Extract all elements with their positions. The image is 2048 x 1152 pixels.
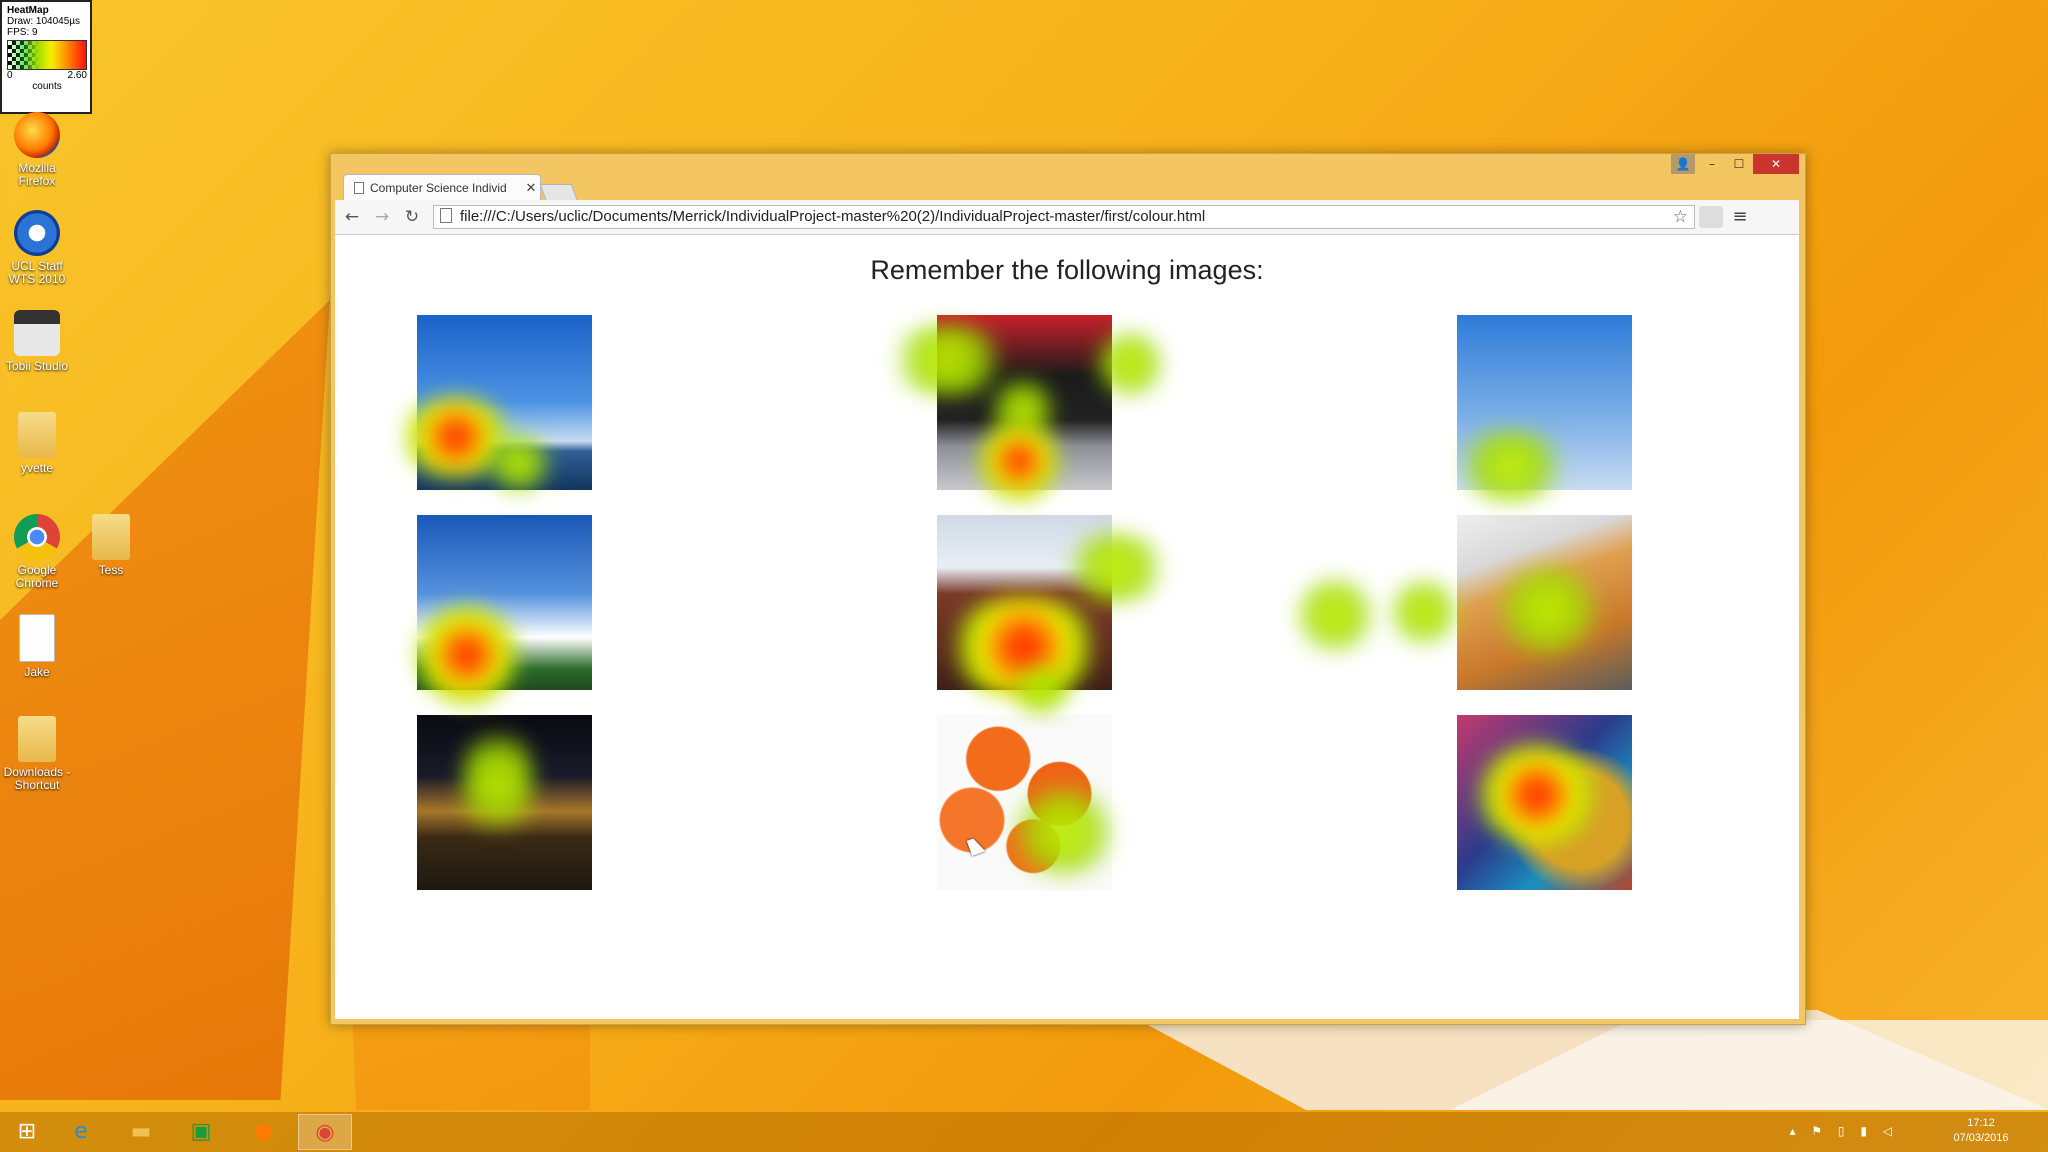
desktop-icon-tobii[interactable]: Tobii Studio [0, 310, 75, 373]
image-marathon-runners [937, 315, 1112, 490]
page-icon [440, 208, 452, 223]
legend-title: HeatMap [7, 5, 49, 16]
clock[interactable]: 17:12 07/03/2016 [1936, 1116, 2026, 1146]
desktop-icon-jake[interactable]: Jake [0, 614, 75, 679]
folder-icon [92, 514, 130, 560]
image-oranges [937, 715, 1112, 890]
heatmap-blob [1389, 577, 1459, 647]
reload-icon[interactable]: ↻ [401, 206, 423, 228]
back-arrow-icon[interactable]: ← [341, 206, 363, 228]
heatmap-blob [1295, 575, 1375, 655]
desktop-icon-label: Jake [24, 665, 50, 679]
legend-unit: counts [32, 81, 62, 92]
legend-max: 2.60 [67, 70, 87, 81]
page-icon [354, 182, 364, 194]
forward-arrow-icon[interactable]: → [371, 206, 393, 228]
taskbar: ⊞ e ▬ ▣ ● ◉ ▴ ⚑ ▯ ▮ ◁ 17:12 07/03/2016 [0, 1112, 2048, 1152]
bookmark-star-icon[interactable]: ☆ [1673, 206, 1688, 228]
desktop-background-shard [1120, 1010, 2048, 1110]
legend-color-scale [7, 40, 87, 70]
desktop-icon-chrome[interactable]: Google Chrome [0, 514, 75, 590]
menu-icon[interactable]: ≡ [1729, 206, 1751, 228]
chrome-icon [14, 514, 60, 560]
desktop-icon-downloads[interactable]: Downloads - Shortcut [0, 716, 75, 792]
heatmap-legend: HeatMap Draw: 104045µs FPS: 9 0 2.60 cou… [0, 0, 92, 114]
maximize-button[interactable]: ☐ [1726, 154, 1752, 174]
browser-tab[interactable]: Computer Science Individ ✕ [343, 174, 541, 201]
desktop-icon-label: Mozilla Firefox [18, 161, 56, 188]
clock-time: 17:12 [1967, 1117, 1995, 1129]
image-dragon [1457, 715, 1632, 890]
image-sailing-ship [417, 315, 592, 490]
desktop-icon-label: UCL Staff WTS 2010 [8, 259, 66, 286]
desktop-icon-label: Tobii Studio [5, 359, 69, 373]
desktop-background-shard [1450, 1020, 2048, 1110]
document-icon [19, 614, 55, 662]
desktop-icon-label: Downloads - Shortcut [3, 765, 71, 792]
legend-fps: FPS: 9 [7, 27, 38, 38]
image-windsock [1457, 315, 1632, 490]
page-heading: Remember the following images: [870, 255, 1264, 285]
desktop-icon-firefox[interactable]: Mozilla Firefox [0, 112, 75, 188]
legend-draw-time: Draw: 104045µs [7, 16, 81, 27]
extension-icon[interactable] [1699, 206, 1723, 228]
firefox-icon [14, 112, 60, 158]
legend-min: 0 [7, 70, 13, 81]
desktop-icon-label: Google Chrome [15, 563, 59, 590]
image-toast [1457, 515, 1632, 690]
browser-toolbar: ← → ↻ file:///C:/Users/uclic/Documents/M… [335, 200, 1799, 235]
internet-explorer-icon[interactable]: e [54, 1114, 108, 1150]
desktop-icon-tess[interactable]: Tess [73, 514, 149, 577]
desktop-icon-yvette[interactable]: yvette [0, 412, 75, 475]
remote-desktop-icon [14, 210, 60, 256]
tab-title: Computer Science Individ [370, 181, 507, 195]
minimize-button[interactable]: – [1699, 154, 1725, 174]
address-bar[interactable]: file:///C:/Users/uclic/Documents/Merrick… [433, 205, 1695, 229]
image-bridge-night [417, 715, 592, 890]
desktop-icon-label: yvette [20, 461, 53, 475]
desktop-icon-label: Tess [98, 563, 124, 577]
image-eiffel-tower [417, 515, 592, 690]
downloads-folder-icon [18, 716, 56, 762]
chrome-icon[interactable]: ◉ [298, 1114, 352, 1150]
image-brick-building [937, 515, 1112, 690]
folder-icon [18, 412, 56, 458]
windows-start-icon[interactable]: ⊞ [0, 1114, 54, 1150]
file-explorer-icon[interactable]: ▬ [114, 1114, 168, 1150]
close-tab-icon[interactable]: ✕ [522, 180, 540, 196]
user-profile-button[interactable]: 👤 [1671, 154, 1695, 174]
page-content: Remember the following images: [335, 235, 1799, 1019]
system-tray[interactable]: ▴ ⚑ ▯ ▮ ◁ [1790, 1124, 1898, 1138]
browser-window: Computer Science Individ ✕ 👤 – ☐ ✕ ← → ↻… [330, 153, 1806, 1025]
close-window-button[interactable]: ✕ [1753, 154, 1799, 174]
tobii-studio-icon [14, 310, 60, 356]
url-text: file:///C:/Users/uclic/Documents/Merrick… [460, 208, 1206, 225]
store-icon[interactable]: ▣ [174, 1114, 228, 1150]
clock-date: 07/03/2016 [1953, 1132, 2009, 1144]
firefox-icon[interactable]: ● [236, 1114, 290, 1150]
desktop-icon-wts[interactable]: UCL Staff WTS 2010 [0, 210, 75, 286]
